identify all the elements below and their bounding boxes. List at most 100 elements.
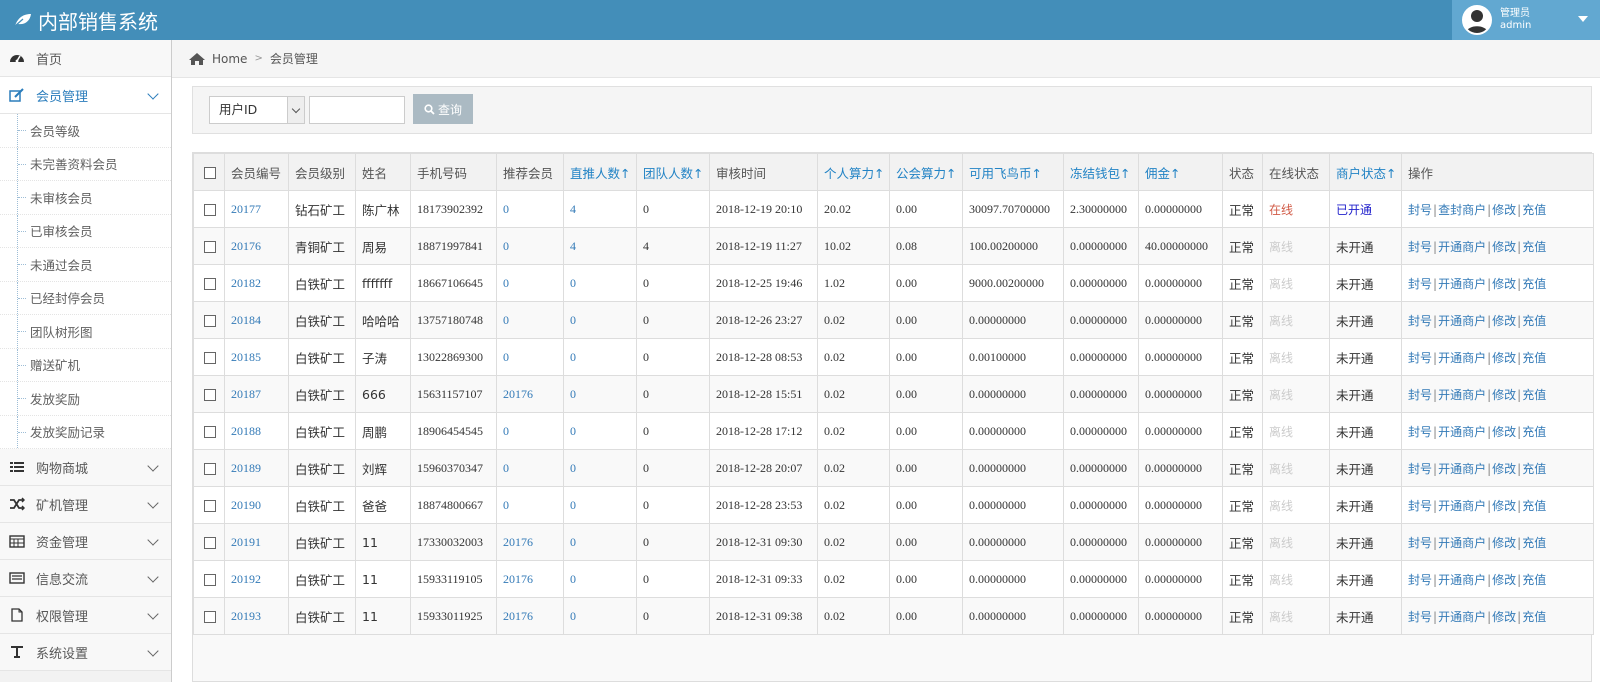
cell-value-id[interactable]: 20188 xyxy=(231,424,261,438)
row-checkbox[interactable] xyxy=(204,240,216,253)
row-checkbox[interactable] xyxy=(204,462,216,475)
merchant-toggle-link[interactable]: 开通商户 xyxy=(1438,536,1486,550)
recharge-link[interactable]: 充值 xyxy=(1522,351,1546,365)
column-header[interactable]: 可用飞鸟币↑ xyxy=(962,153,1064,191)
row-checkbox[interactable] xyxy=(204,277,216,290)
row-checkbox[interactable] xyxy=(204,425,216,438)
sidebar-subitem[interactable]: 未完善资料会员 xyxy=(0,147,171,181)
merchant-toggle-link[interactable]: 开通商户 xyxy=(1438,573,1486,587)
recharge-link[interactable]: 充值 xyxy=(1522,388,1546,402)
ban-link[interactable]: 封号 xyxy=(1408,351,1432,365)
select-all-checkbox[interactable] xyxy=(204,167,216,179)
edit-link[interactable]: 修改 xyxy=(1492,610,1516,624)
sidebar-subitem[interactable]: 团队树形图 xyxy=(0,315,171,349)
cell-value-referrer[interactable]: 0 xyxy=(503,350,509,364)
cell-value-direct[interactable]: 0 xyxy=(570,387,576,401)
edit-link[interactable]: 修改 xyxy=(1492,573,1516,587)
cell-value-direct[interactable]: 4 xyxy=(570,239,576,253)
merchant-toggle-link[interactable]: 开通商户 xyxy=(1438,351,1486,365)
merchant-toggle-link[interactable]: 查封商户 xyxy=(1438,203,1486,217)
recharge-link[interactable]: 充值 xyxy=(1522,314,1546,328)
column-header[interactable]: 冻结钱包↑ xyxy=(1063,153,1139,191)
cell-value-referrer[interactable]: 0 xyxy=(503,276,509,290)
cell-value-direct[interactable]: 4 xyxy=(570,202,576,216)
row-checkbox[interactable] xyxy=(204,351,216,364)
row-checkbox[interactable] xyxy=(204,536,216,549)
breadcrumb-home[interactable]: Home xyxy=(212,52,247,66)
search-input[interactable] xyxy=(309,96,405,124)
cell-value-referrer[interactable]: 0 xyxy=(503,239,509,253)
recharge-link[interactable]: 充值 xyxy=(1522,425,1546,439)
merchant-toggle-link[interactable]: 开通商户 xyxy=(1438,314,1486,328)
cell-value-id[interactable]: 20191 xyxy=(231,535,261,549)
home-icon[interactable] xyxy=(188,52,206,66)
search-field-select[interactable]: 用户ID xyxy=(209,96,305,124)
sidebar-subitem[interactable]: 发放奖励 xyxy=(0,382,171,416)
merchant-toggle-link[interactable]: 开通商户 xyxy=(1438,499,1486,513)
sidebar-item-7[interactable]: 系统设置 xyxy=(0,634,171,671)
column-header[interactable]: 佣金↑ xyxy=(1138,153,1223,191)
cell-value-id[interactable]: 20176 xyxy=(231,239,261,253)
edit-link[interactable]: 修改 xyxy=(1492,240,1516,254)
cell-value-id[interactable]: 20177 xyxy=(231,202,261,216)
recharge-link[interactable]: 充值 xyxy=(1522,462,1546,476)
row-checkbox[interactable] xyxy=(204,314,216,327)
recharge-link[interactable]: 充值 xyxy=(1522,240,1546,254)
cell-value-direct[interactable]: 0 xyxy=(570,424,576,438)
row-checkbox[interactable] xyxy=(204,203,216,216)
ban-link[interactable]: 封号 xyxy=(1408,536,1432,550)
row-checkbox[interactable] xyxy=(204,610,216,623)
sidebar-item-3[interactable]: 矿机管理 xyxy=(0,486,171,523)
recharge-link[interactable]: 充值 xyxy=(1522,610,1546,624)
column-header[interactable]: 公会算力↑ xyxy=(889,153,963,191)
merchant-toggle-link[interactable]: 开通商户 xyxy=(1438,462,1486,476)
ban-link[interactable]: 封号 xyxy=(1408,277,1432,291)
brand[interactable]: 内部销售系统 xyxy=(14,6,158,34)
column-header[interactable]: 商户状态↑ xyxy=(1329,153,1402,191)
recharge-link[interactable]: 充值 xyxy=(1522,573,1546,587)
cell-value-direct[interactable]: 0 xyxy=(570,535,576,549)
column-header[interactable]: 直推人数↑ xyxy=(563,153,637,191)
row-checkbox[interactable] xyxy=(204,388,216,401)
cell-value-direct[interactable]: 0 xyxy=(570,350,576,364)
edit-link[interactable]: 修改 xyxy=(1492,425,1516,439)
cell-value-direct[interactable]: 0 xyxy=(570,609,576,623)
edit-link[interactable]: 修改 xyxy=(1492,388,1516,402)
sidebar-subitem[interactable]: 赠送矿机 xyxy=(0,348,171,382)
cell-value-id[interactable]: 20182 xyxy=(231,276,261,290)
edit-link[interactable]: 修改 xyxy=(1492,277,1516,291)
sidebar-subitem[interactable]: 未审核会员 xyxy=(0,181,171,215)
column-header[interactable]: 团队人数↑ xyxy=(636,153,710,191)
edit-link[interactable]: 修改 xyxy=(1492,351,1516,365)
column-header[interactable]: 个人算力↑ xyxy=(817,153,890,191)
ban-link[interactable]: 封号 xyxy=(1408,388,1432,402)
ban-link[interactable]: 封号 xyxy=(1408,425,1432,439)
sidebar-subitem[interactable]: 已审核会员 xyxy=(0,214,171,248)
cell-value-referrer[interactable]: 20176 xyxy=(503,572,533,586)
sidebar-item-6[interactable]: 权限管理 xyxy=(0,597,171,634)
sidebar-item-1[interactable]: 会员管理 xyxy=(0,77,171,114)
edit-link[interactable]: 修改 xyxy=(1492,314,1516,328)
cell-value-direct[interactable]: 0 xyxy=(570,461,576,475)
cell-value-referrer[interactable]: 0 xyxy=(503,202,509,216)
query-button[interactable]: 查询 xyxy=(413,94,473,124)
sidebar-subitem[interactable]: 发放奖励记录 xyxy=(0,415,171,449)
cell-value-referrer[interactable]: 20176 xyxy=(503,387,533,401)
cell-value-referrer[interactable]: 20176 xyxy=(503,609,533,623)
sidebar-item-4[interactable]: 资金管理 xyxy=(0,523,171,560)
cell-value-referrer[interactable]: 0 xyxy=(503,424,509,438)
ban-link[interactable]: 封号 xyxy=(1408,240,1432,254)
cell-value-referrer[interactable]: 0 xyxy=(503,498,509,512)
sidebar-item-5[interactable]: 信息交流 xyxy=(0,560,171,597)
merchant-toggle-link[interactable]: 开通商户 xyxy=(1438,388,1486,402)
recharge-link[interactable]: 充值 xyxy=(1522,536,1546,550)
recharge-link[interactable]: 充值 xyxy=(1522,203,1546,217)
edit-link[interactable]: 修改 xyxy=(1492,203,1516,217)
edit-link[interactable]: 修改 xyxy=(1492,536,1516,550)
row-checkbox[interactable] xyxy=(204,573,216,586)
ban-link[interactable]: 封号 xyxy=(1408,462,1432,476)
ban-link[interactable]: 封号 xyxy=(1408,610,1432,624)
cell-value-referrer[interactable]: 0 xyxy=(503,313,509,327)
ban-link[interactable]: 封号 xyxy=(1408,314,1432,328)
cell-value-direct[interactable]: 0 xyxy=(570,572,576,586)
